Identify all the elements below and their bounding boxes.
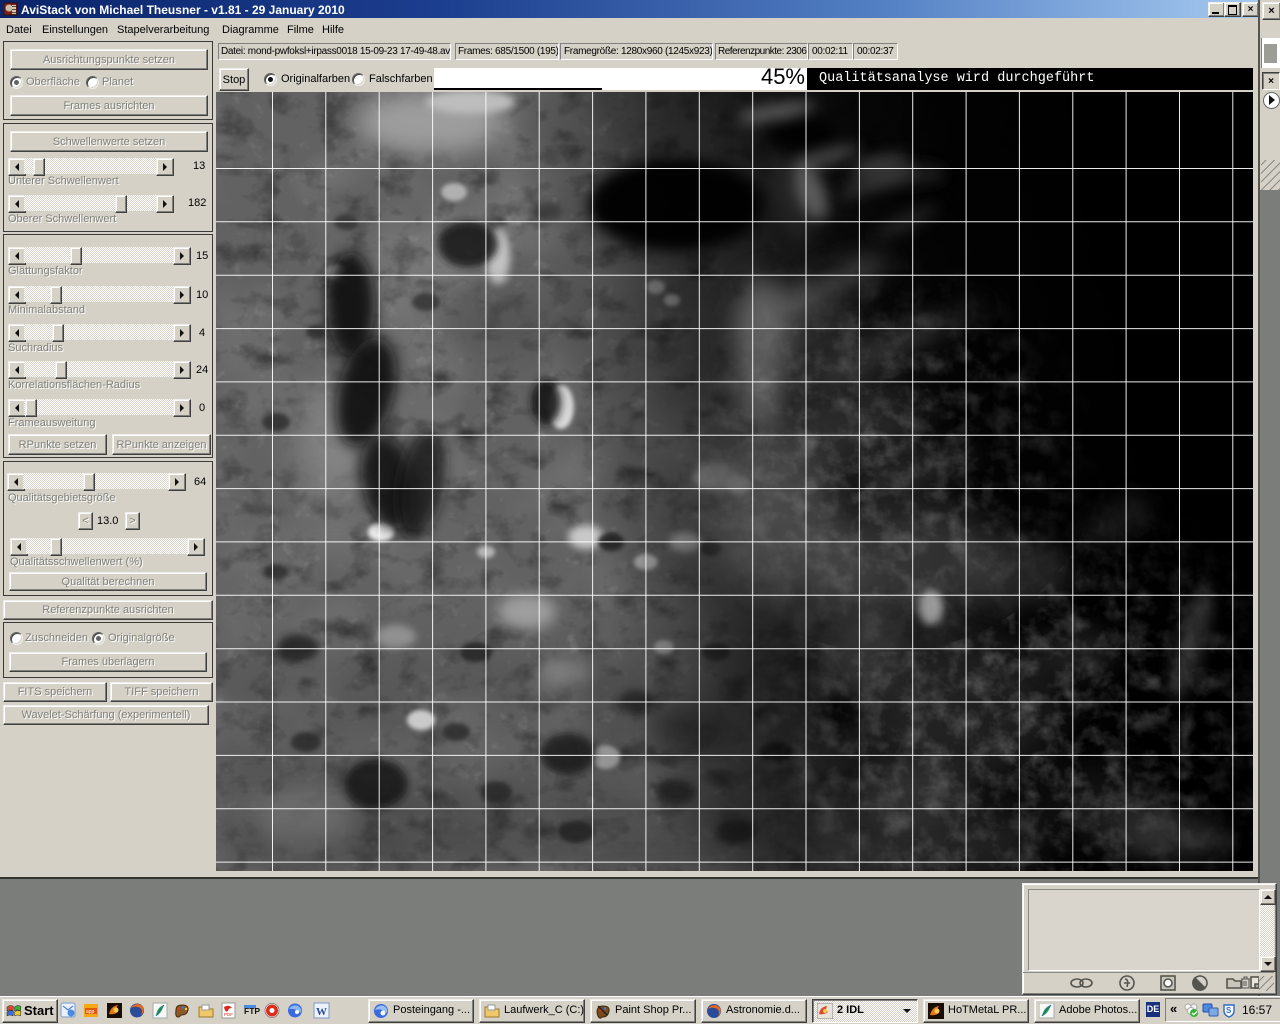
svg-text:S: S xyxy=(1226,1006,1232,1015)
svg-text:app: app xyxy=(86,1009,95,1015)
svg-text:W: W xyxy=(316,1006,327,1018)
svg-text:PDF: PDF xyxy=(224,1012,233,1017)
